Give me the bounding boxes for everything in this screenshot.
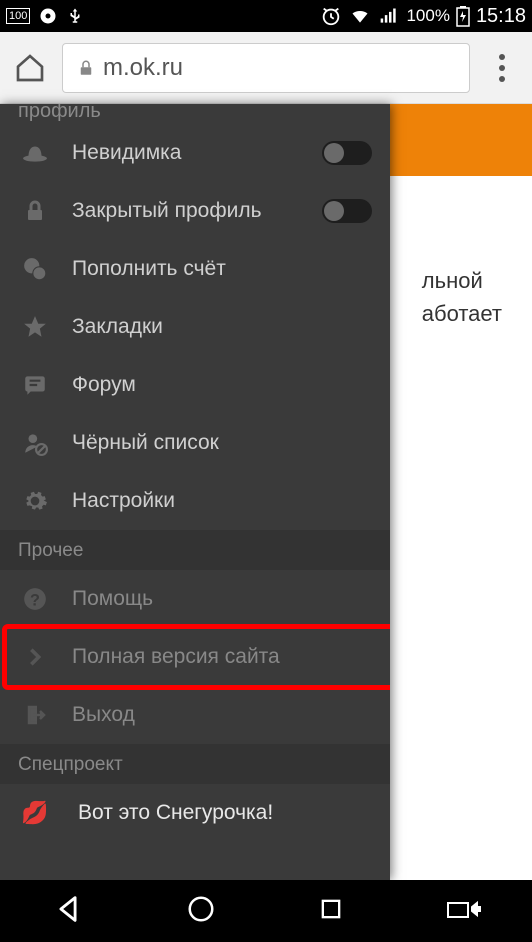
clock-text: 15:18 xyxy=(476,5,526,28)
forum-icon xyxy=(18,372,52,398)
menu-label: Закладки xyxy=(72,315,372,339)
menu-label: Форум xyxy=(72,373,372,397)
status-left-group: 100 xyxy=(6,6,84,26)
hat-icon xyxy=(18,140,52,166)
menu-item-settings[interactable]: Настройки xyxy=(0,472,390,530)
menu-label: Помощь xyxy=(72,587,372,611)
status-right-group: 100% 15:18 xyxy=(320,5,526,28)
menu-label: Полная версия сайта xyxy=(72,645,372,669)
home-icon xyxy=(14,52,46,84)
browser-menu-button[interactable] xyxy=(482,48,522,88)
menu-item-blacklist[interactable]: Чёрный список xyxy=(0,414,390,472)
menu-label: Закрытый профиль xyxy=(72,199,302,223)
android-nav-bar xyxy=(0,880,532,942)
lock-icon xyxy=(18,199,52,223)
sidebar-menu: профиль Невидимка Закрытый профиль Попол… xyxy=(0,104,390,880)
toggle-invisible[interactable] xyxy=(322,141,372,165)
menu-label: Выход xyxy=(72,703,372,727)
home-button[interactable] xyxy=(10,48,50,88)
home-nav-button[interactable] xyxy=(186,894,216,929)
switch-icon xyxy=(446,895,482,923)
menu-item-logout[interactable]: Выход xyxy=(0,686,390,744)
circle-icon xyxy=(186,894,216,924)
background-text: льной аботает xyxy=(422,264,502,330)
battery-small-icon: 100 xyxy=(6,8,30,24)
menu-label: Настройки xyxy=(72,489,372,513)
star-icon xyxy=(18,314,52,340)
battery-percent-text: 100% xyxy=(406,6,449,26)
disc-icon xyxy=(38,6,58,26)
wifi-icon xyxy=(348,6,372,26)
battery-icon xyxy=(456,5,470,27)
android-status-bar: 100 100% 15:18 xyxy=(0,0,532,32)
menu-label: Пополнить счёт xyxy=(72,257,372,281)
menu-item-forum[interactable]: Форум xyxy=(0,356,390,414)
browser-toolbar: m.ok.ru xyxy=(0,32,532,104)
square-icon xyxy=(317,895,345,923)
menu-item-special[interactable]: 💋 Вот это Снегурочка! xyxy=(0,784,390,842)
menu-item-private-profile[interactable]: Закрытый профиль xyxy=(0,182,390,240)
back-button[interactable] xyxy=(51,892,85,931)
logout-icon xyxy=(18,703,52,727)
url-text: m.ok.ru xyxy=(103,54,183,82)
menu-item-full-version[interactable]: Полная версия сайта xyxy=(0,628,390,686)
gear-icon xyxy=(18,488,52,514)
menu-item-bookmarks[interactable]: Закладки xyxy=(0,298,390,356)
usb-icon xyxy=(66,6,84,26)
lock-icon xyxy=(77,59,95,77)
section-profile-partial: профиль xyxy=(0,104,390,124)
chevron-right-icon xyxy=(18,646,52,668)
svg-text:?: ? xyxy=(30,592,40,610)
url-input[interactable]: m.ok.ru xyxy=(62,43,470,93)
menu-item-invisible[interactable]: Невидимка xyxy=(0,124,390,182)
coins-icon xyxy=(18,256,52,282)
menu-label: Невидимка xyxy=(72,141,302,165)
lips-icon: 💋 xyxy=(18,800,52,826)
menu-label: Вот это Снегурочка! xyxy=(72,801,372,825)
recent-button[interactable] xyxy=(317,895,345,928)
toggle-private[interactable] xyxy=(322,199,372,223)
section-other: Прочее xyxy=(0,530,390,570)
alarm-icon xyxy=(320,5,342,27)
signal-icon xyxy=(378,6,400,26)
switch-button[interactable] xyxy=(446,895,482,928)
back-icon xyxy=(51,892,85,926)
menu-item-help[interactable]: ? Помощь xyxy=(0,570,390,628)
blacklist-icon xyxy=(18,430,52,456)
section-special: Спецпроект xyxy=(0,744,390,784)
menu-item-top-up[interactable]: Пополнить счёт xyxy=(0,240,390,298)
content-area: льной аботает профиль Невидимка Закрытый… xyxy=(0,104,532,880)
menu-label: Чёрный список xyxy=(72,431,372,455)
help-icon: ? xyxy=(18,586,52,612)
